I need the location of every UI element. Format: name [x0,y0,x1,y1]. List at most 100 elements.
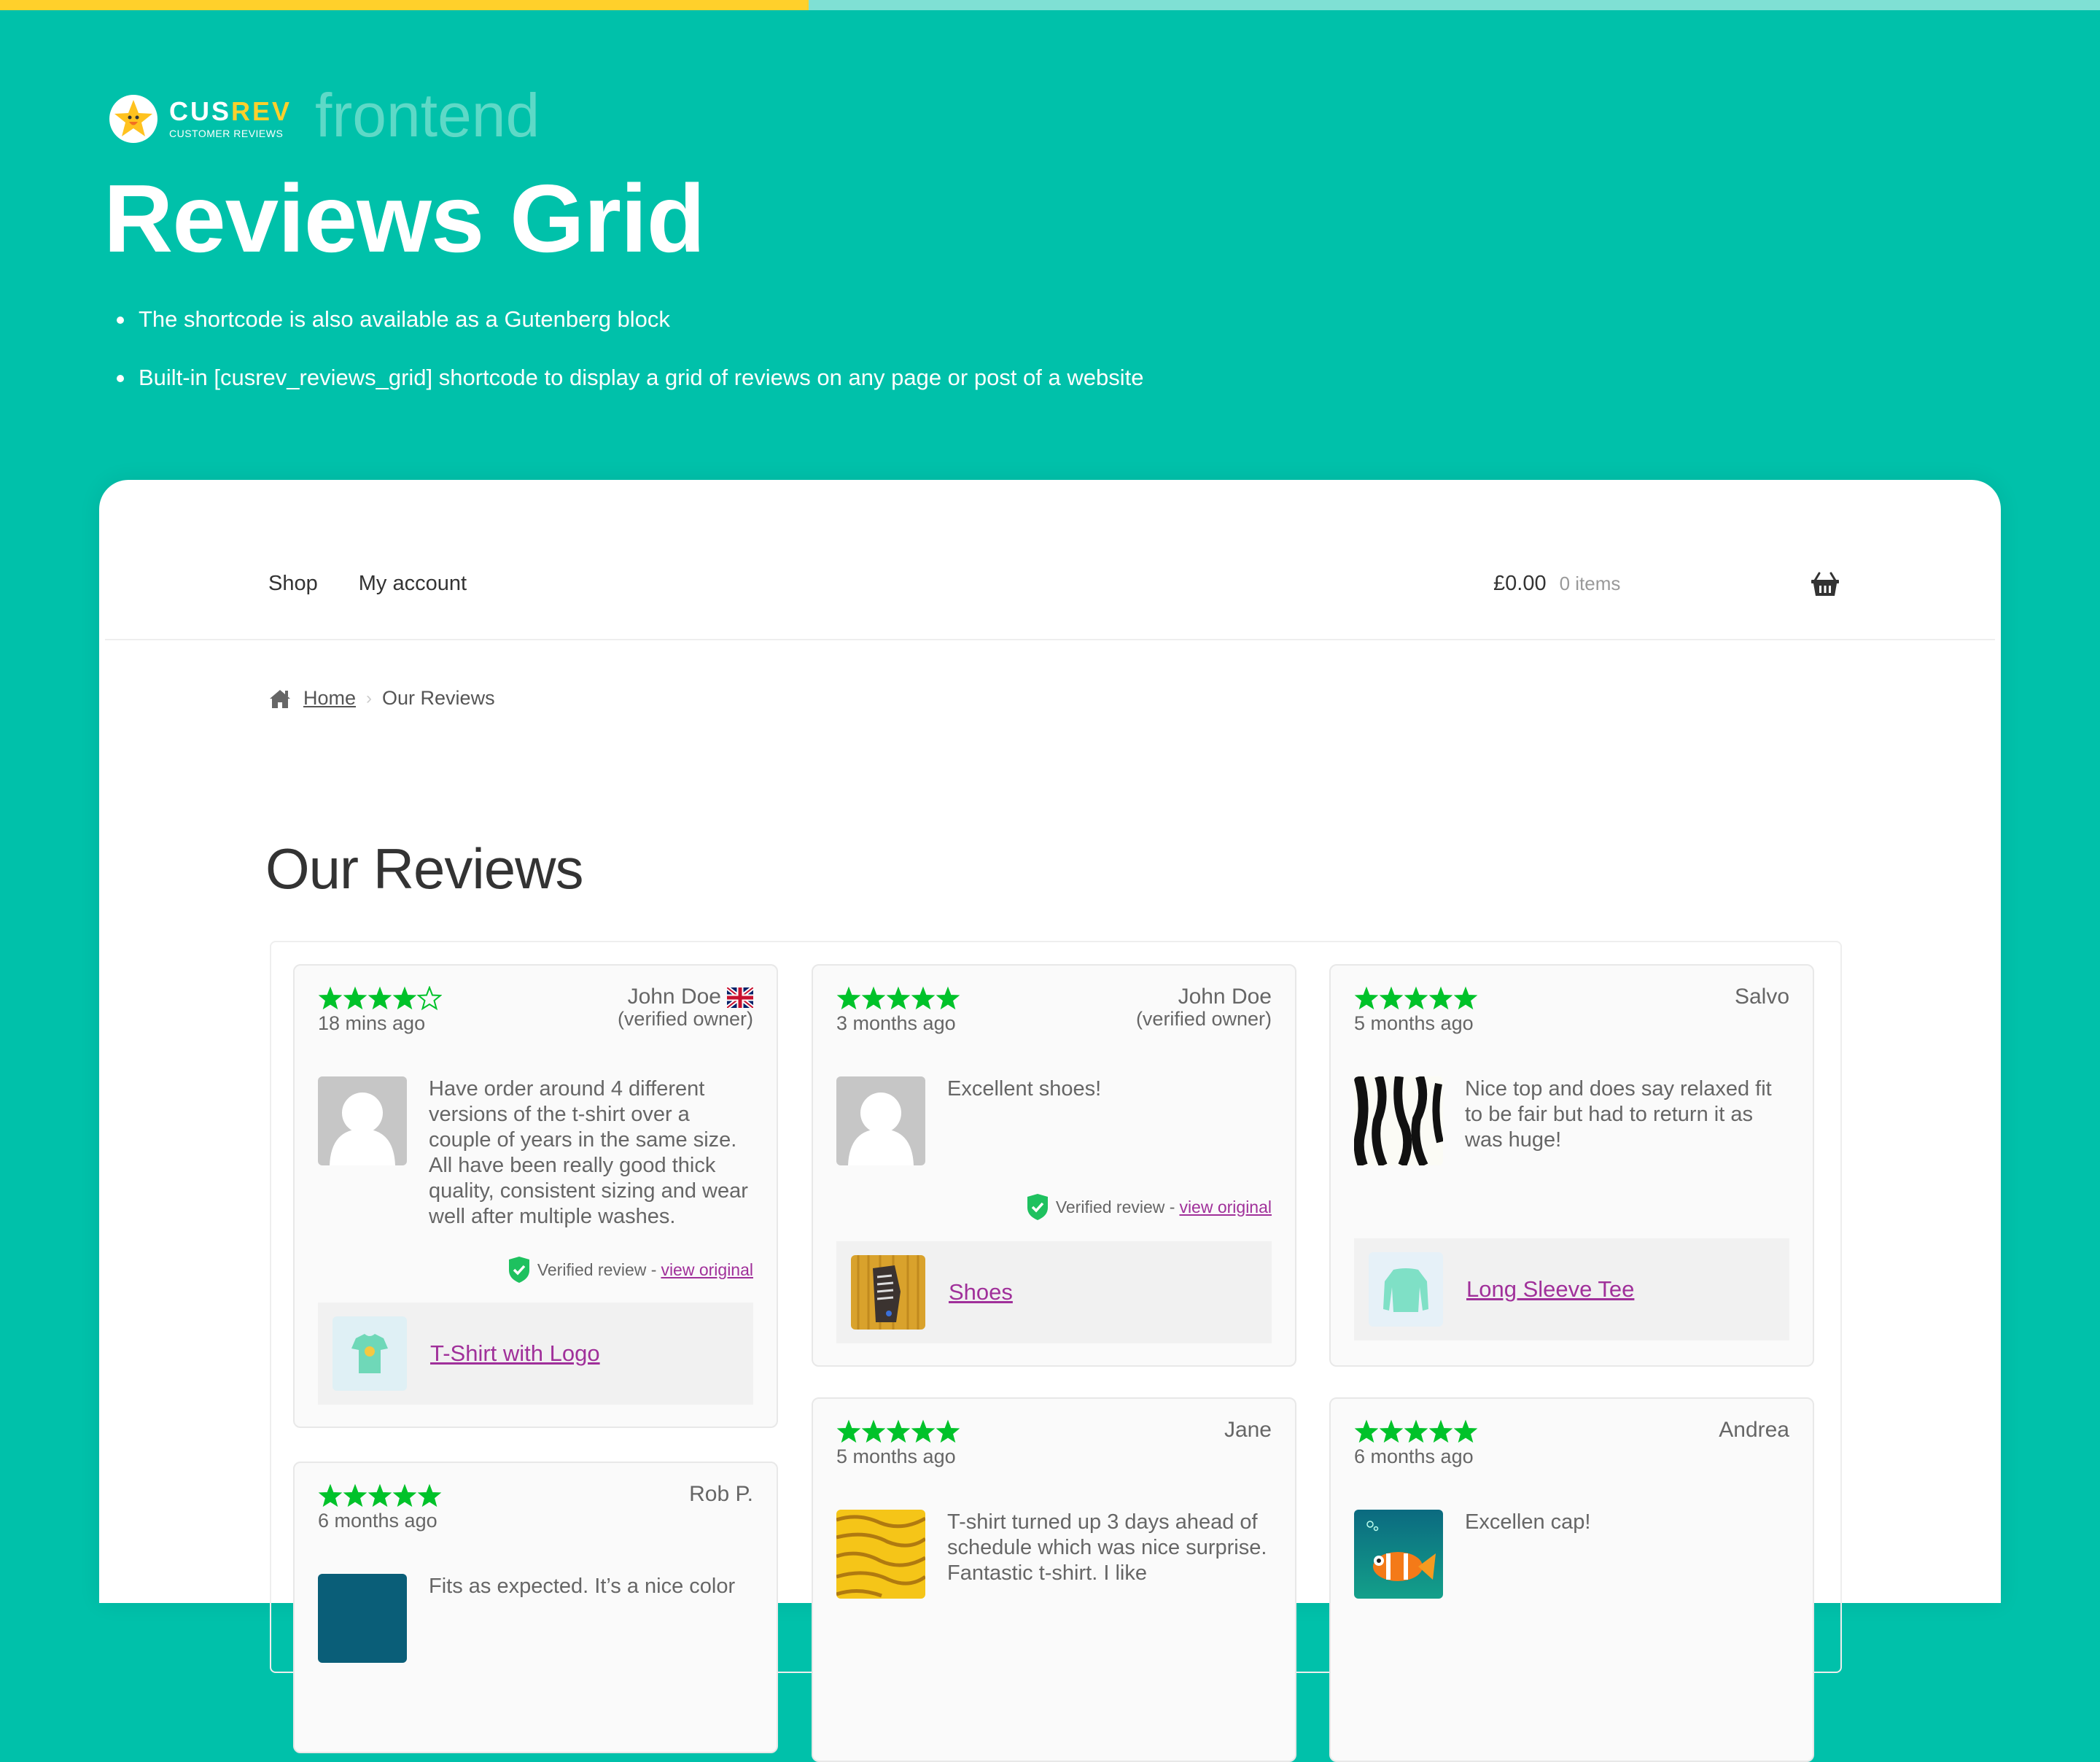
verified-owner-label: (verified owner) [617,1008,753,1031]
bullet-icon [117,317,124,324]
review-author: Rob P. [689,1483,753,1505]
star-filled-icon [1453,1419,1478,1443]
zebra-pattern-image [1354,1076,1443,1165]
cart-total: £0.00 [1493,572,1547,595]
star-filled-icon [392,986,417,1010]
star-filled-icon [1354,986,1379,1010]
view-original-link[interactable]: view original [1179,1198,1272,1217]
star-filled-icon [1404,1419,1428,1443]
review-text: Fits as expected. It’s a nice color [429,1575,736,1598]
feature-text: Built-in [cusrev_reviews_grid] shortcode… [139,365,1144,390]
review-card: 5 months ago Jane T-shirt turned up 3 da… [812,1397,1296,1762]
star-empty-icon [417,986,442,1011]
feature-item: The shortcode is also available as a Gut… [117,306,1144,365]
header-divider [105,639,1995,640]
review-card: 5 months ago Salvo Nice top and does say… [1329,964,1814,1367]
star-filled-icon [1354,1419,1379,1443]
star-filled-icon [836,1419,861,1443]
star-filled-icon [368,986,392,1010]
cart-summary[interactable]: £0.00 0 items [1493,572,1620,596]
review-author: Salvo [1735,986,1789,1008]
review-date: 5 months ago [836,1445,956,1467]
review-text: T-shirt turned up 3 days ahead of schedu… [947,1510,1267,1585]
review-author: John Doe (verified owner) [618,986,753,1030]
review-text: Nice top and does say relaxed fit to be … [1465,1077,1772,1152]
cusrev-logo: CUSREV CUSTOMER REVIEWS [109,93,292,144]
home-icon [270,689,290,708]
review-text: Excellent shoes! [947,1077,1102,1101]
verified-review: Verified review - view original [1027,1193,1272,1221]
star-rating [836,1419,1272,1444]
default-avatar [836,1076,925,1165]
breadcrumb-home[interactable]: Home [303,687,356,710]
author-name: John Doe [1178,985,1272,1009]
star-filled-icon [343,986,368,1010]
review-card: 18 mins ago John Doe (verified owner) Ha… [293,964,778,1428]
review-author: John Doe (verified owner) [1135,985,1272,1031]
author-name: Jane [1224,1418,1272,1442]
review-author: Andrea [1719,1419,1789,1441]
cart-count: 0 items [1559,573,1621,594]
breadcrumb: Home › Our Reviews [268,687,495,710]
review-text: Excellen cap! [1465,1510,1591,1534]
star-filled-icon [911,1419,936,1443]
star-filled-icon [318,986,343,1010]
star-rating [1354,986,1789,1011]
tshirt-product-image [332,1316,407,1391]
review-card: 3 months ago John Doe (verified owner) E… [812,964,1296,1367]
review-date: 5 months ago [1354,1012,1474,1034]
view-original-link[interactable]: view original [661,1260,753,1280]
nav-shop[interactable]: Shop [268,572,318,596]
shield-check-icon [508,1257,529,1283]
star-filled-icon [1428,986,1453,1010]
star-filled-icon [1404,986,1428,1010]
nav-my-account[interactable]: My account [359,572,467,596]
review-card: 6 months ago Andrea Excellen cap! [1329,1397,1814,1762]
star-filled-icon [1453,986,1478,1010]
author-name: Andrea [1719,1418,1789,1442]
feature-item: Built-in [cusrev_reviews_grid] shortcode… [117,365,1144,423]
star-rating [318,1483,753,1508]
verified-label: Verified review - [1055,1197,1175,1216]
basket-icon[interactable] [1811,572,1840,597]
product-link[interactable]: T-Shirt with Logo [430,1340,600,1367]
star-filled-icon [392,1483,417,1507]
verified-label: Verified review - [537,1260,657,1279]
smiling-star-icon [109,95,158,143]
hero-title: Reviews Grid [104,165,705,272]
star-filled-icon [936,1419,960,1443]
author-name: Salvo [1734,985,1789,1009]
top-progress-fill [0,0,809,10]
author-name: John Doe [627,985,721,1009]
review-text: Have order around 4 different versions o… [429,1077,748,1228]
breadcrumb-current: Our Reviews [382,687,495,709]
brand-tag: frontend [315,81,540,150]
product-link[interactable]: Shoes [949,1279,1013,1305]
brand-word-cus: CUS [169,96,232,126]
chevron-right-icon: › [366,688,373,708]
feature-list: The shortcode is also available as a Gut… [117,306,1144,423]
star-filled-icon [936,986,960,1010]
star-filled-icon [368,1483,392,1507]
star-filled-icon [343,1483,368,1507]
brand-word-rev: REV [231,96,292,126]
page-title: Our Reviews [265,837,583,901]
verified-owner-label: (verified owner) [1135,1008,1272,1030]
product-row: Shoes [836,1241,1272,1343]
long-sleeve-tee-image [1369,1252,1443,1327]
tiger-pattern-image [836,1510,925,1599]
star-filled-icon [836,986,861,1010]
uk-flag-icon [727,987,753,1009]
teal-image [318,1574,407,1663]
review-date: 6 months ago [1354,1445,1474,1467]
star-filled-icon [861,1419,886,1443]
brand-subtitle: CUSTOMER REVIEWS [169,128,284,139]
verified-review: Verified review - view original [508,1256,753,1284]
star-filled-icon [861,986,886,1010]
bullet-icon [117,375,124,382]
feature-text: The shortcode is also available as a Gut… [139,306,670,332]
star-filled-icon [1428,1419,1453,1443]
review-card: 6 months ago Rob P. Fits as expected. It… [293,1462,778,1753]
star-filled-icon [1379,1419,1404,1443]
product-link[interactable]: Long Sleeve Tee [1466,1276,1634,1303]
